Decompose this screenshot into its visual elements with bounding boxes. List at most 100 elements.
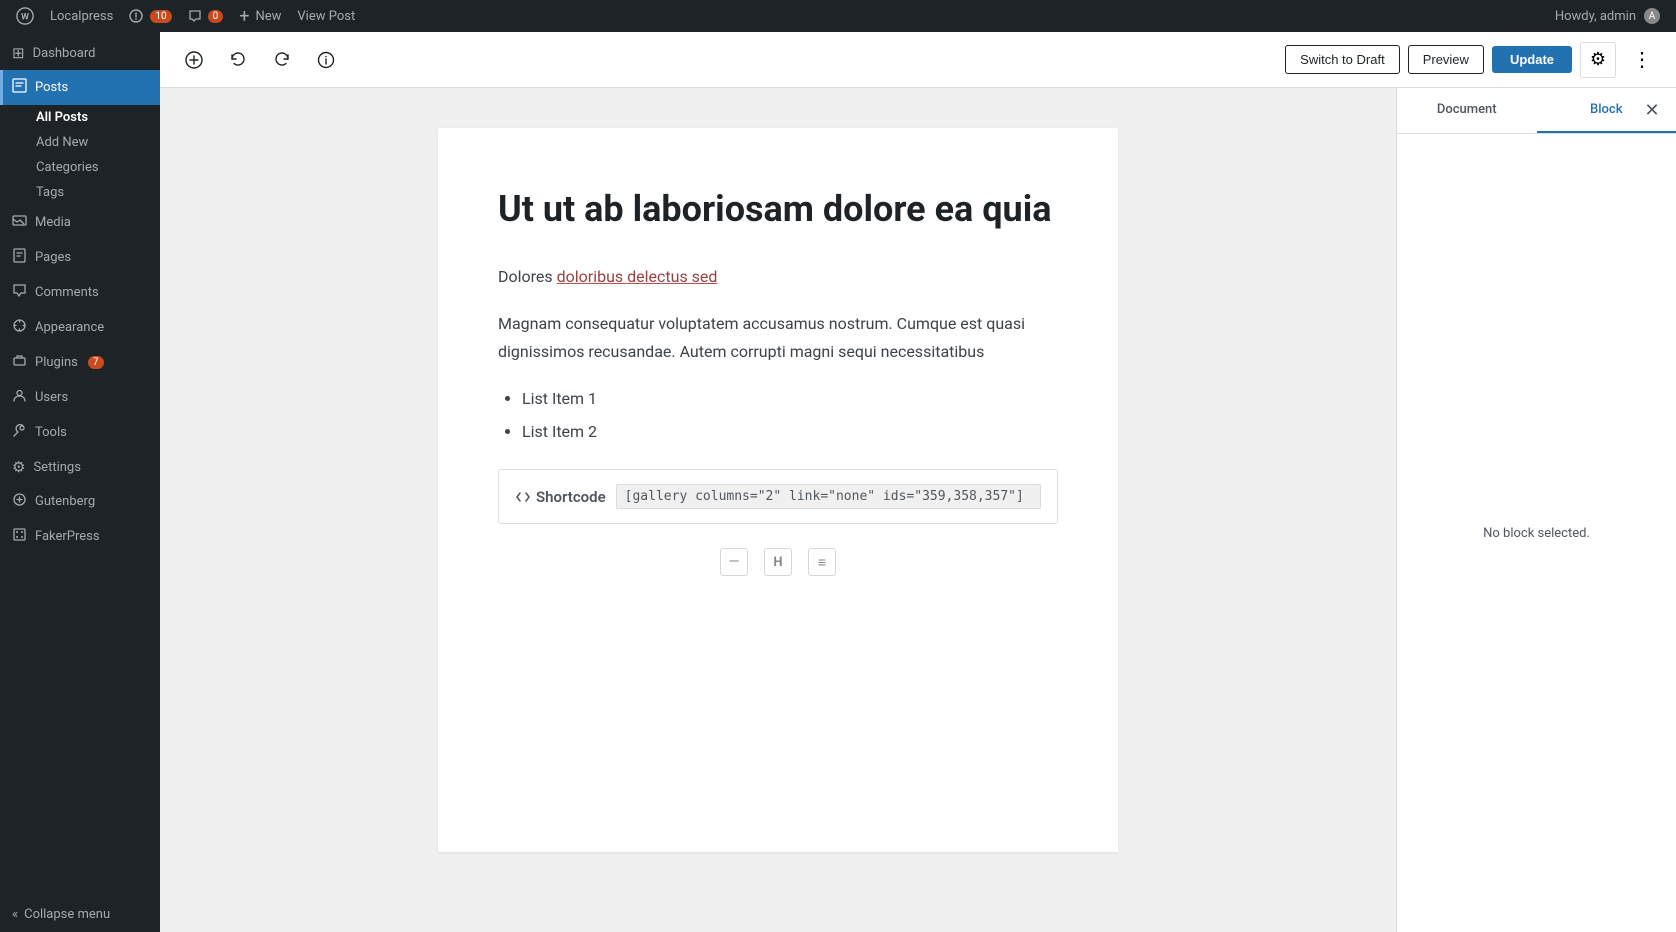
users-icon xyxy=(12,388,27,407)
gutenberg-icon xyxy=(12,492,27,511)
view-post-label: View Post xyxy=(297,9,355,24)
appearance-icon xyxy=(12,318,27,337)
sidebar-item-gutenberg[interactable]: Gutenberg xyxy=(0,484,160,519)
plugins-icon xyxy=(12,353,27,372)
sidebar-item-dashboard[interactable]: ⊞ Dashboard xyxy=(0,36,160,70)
sidebar-collapse-button[interactable]: « Collapse menu xyxy=(0,897,160,932)
editor-area: Switch to Draft Preview Update ⚙ ⋮ xyxy=(160,32,1676,932)
new-plus-icon: + xyxy=(239,6,249,27)
info-button[interactable] xyxy=(308,42,344,78)
sidebar-item-media[interactable]: Media xyxy=(0,205,160,240)
tools-icon xyxy=(12,423,27,442)
sidebar-appearance-label: Appearance xyxy=(35,320,104,335)
inserter-dash-icon[interactable]: — xyxy=(720,548,748,576)
dashboard-icon: ⊞ xyxy=(12,44,25,62)
block-inserter-row: — H ≡ xyxy=(498,548,1058,576)
updates-item[interactable]: 10 xyxy=(121,0,179,32)
sidebar-item-tools[interactable]: Tools xyxy=(0,415,160,450)
main-layout: ⊞ Dashboard Posts All Posts Add New Cate… xyxy=(0,32,1676,932)
collapse-icon: « xyxy=(12,907,18,922)
panel-close-button[interactable]: ✕ xyxy=(1632,91,1672,131)
editor-document: Ut ut ab laboriosam dolore ea quia Dolor… xyxy=(438,128,1118,852)
redo-button[interactable] xyxy=(264,42,300,78)
sidebar-users-label: Users xyxy=(35,390,68,405)
list-item-2[interactable]: List Item 2 xyxy=(522,418,1058,445)
sidebar-item-posts[interactable]: Posts xyxy=(0,70,160,105)
sidebar-plugins-label: Plugins xyxy=(35,355,78,370)
sidebar-item-users[interactable]: Users xyxy=(0,380,160,415)
sidebar-dashboard-label: Dashboard xyxy=(33,46,96,61)
post-paragraph-1[interactable]: Dolores doloribus delectus sed xyxy=(498,263,1058,290)
updates-badge: 10 xyxy=(150,10,171,23)
pages-icon xyxy=(12,248,27,267)
sidebar-item-add-new[interactable]: Add New xyxy=(24,130,160,155)
all-posts-label: All Posts xyxy=(36,110,88,125)
svg-text:W: W xyxy=(21,13,29,23)
sidebar-posts-label: Posts xyxy=(35,80,68,95)
sidebar-item-settings[interactable]: ⚙ Settings xyxy=(0,450,160,484)
undo-button[interactable] xyxy=(220,42,256,78)
switch-to-draft-label: Switch to Draft xyxy=(1300,52,1385,67)
panel-tabs: Document Block ✕ xyxy=(1397,88,1676,134)
sidebar-media-label: Media xyxy=(35,215,71,230)
new-label: New xyxy=(255,9,281,24)
sidebar-item-all-posts[interactable]: All Posts xyxy=(24,105,160,130)
more-options-button[interactable]: ⋮ xyxy=(1624,42,1660,78)
gear-icon: ⚙ xyxy=(1590,49,1606,70)
comments-sidebar-icon xyxy=(12,283,27,302)
posts-icon xyxy=(12,78,27,97)
list-item-1[interactable]: List Item 1 xyxy=(522,385,1058,412)
sidebar-item-appearance[interactable]: Appearance xyxy=(0,310,160,345)
sidebar-comments-label: Comments xyxy=(35,285,99,300)
new-item[interactable]: + New xyxy=(231,0,289,32)
categories-label: Categories xyxy=(36,160,99,175)
update-button[interactable]: Update xyxy=(1492,46,1572,73)
post-title[interactable]: Ut ut ab laboriosam dolore ea quia xyxy=(498,188,1058,231)
sidebar-item-pages[interactable]: Pages xyxy=(0,240,160,275)
sidebar-item-tags[interactable]: Tags xyxy=(24,180,160,205)
switch-to-draft-button[interactable]: Switch to Draft xyxy=(1285,45,1400,74)
admin-bar: W Localpress 10 0 + New View Post Howdy,… xyxy=(0,0,1676,32)
shortcode-label: Shortcode xyxy=(536,488,606,506)
sidebar-posts-submenu: All Posts Add New Categories Tags xyxy=(0,105,160,205)
comments-badge: 0 xyxy=(208,10,224,23)
settings-gear-button[interactable]: ⚙ xyxy=(1580,42,1616,78)
add-block-button[interactable] xyxy=(176,42,212,78)
preview-button[interactable]: Preview xyxy=(1408,45,1484,74)
editor-toolbar: Switch to Draft Preview Update ⚙ ⋮ xyxy=(160,32,1676,88)
toolbar-right: Switch to Draft Preview Update ⚙ ⋮ xyxy=(1285,42,1660,78)
howdy-label: Howdy, admin xyxy=(1555,9,1636,24)
site-name-item[interactable]: Localpress xyxy=(42,0,121,32)
tab-document[interactable]: Document xyxy=(1397,88,1537,133)
view-post-item[interactable]: View Post xyxy=(289,0,363,32)
fakerpress-icon xyxy=(12,527,27,546)
post-paragraph-2[interactable]: Magnam consequatur voluptatem accusamus … xyxy=(498,310,1058,364)
avatar: A xyxy=(1644,8,1660,24)
site-name-label: Localpress xyxy=(50,9,113,24)
inserter-heading-icon[interactable]: H xyxy=(764,548,792,576)
sidebar-item-fakerpress[interactable]: FakerPress xyxy=(0,519,160,554)
sidebar-gutenberg-label: Gutenberg xyxy=(35,494,95,509)
sidebar-settings-label: Settings xyxy=(33,460,80,475)
tags-label: Tags xyxy=(36,185,64,200)
panel-content: No block selected. xyxy=(1397,134,1676,932)
sidebar-pages-label: Pages xyxy=(35,250,71,265)
sidebar-item-categories[interactable]: Categories xyxy=(24,155,160,180)
shortcode-input[interactable] xyxy=(616,484,1041,509)
plugins-badge: 7 xyxy=(88,356,104,369)
comments-item[interactable]: 0 xyxy=(180,0,232,32)
sidebar-item-comments[interactable]: Comments xyxy=(0,275,160,310)
media-icon xyxy=(12,213,27,232)
inserter-list-icon[interactable]: ≡ xyxy=(808,548,836,576)
paragraph1-link[interactable]: doloribus delectus sed xyxy=(557,267,718,286)
paragraph1-text: Dolores xyxy=(498,267,557,286)
shortcode-block[interactable]: Shortcode xyxy=(498,469,1058,524)
editor-content-wrapper: Ut ut ab laboriosam dolore ea quia Dolor… xyxy=(160,88,1676,932)
wp-logo-item[interactable]: W xyxy=(8,0,42,32)
collapse-label: Collapse menu xyxy=(24,907,110,922)
howdy-item[interactable]: Howdy, admin A xyxy=(1547,0,1668,32)
editor-canvas: Ut ut ab laboriosam dolore ea quia Dolor… xyxy=(160,88,1396,932)
preview-label: Preview xyxy=(1423,52,1469,67)
sidebar-item-plugins[interactable]: Plugins 7 xyxy=(0,345,160,380)
sidebar-tools-label: Tools xyxy=(35,425,67,440)
